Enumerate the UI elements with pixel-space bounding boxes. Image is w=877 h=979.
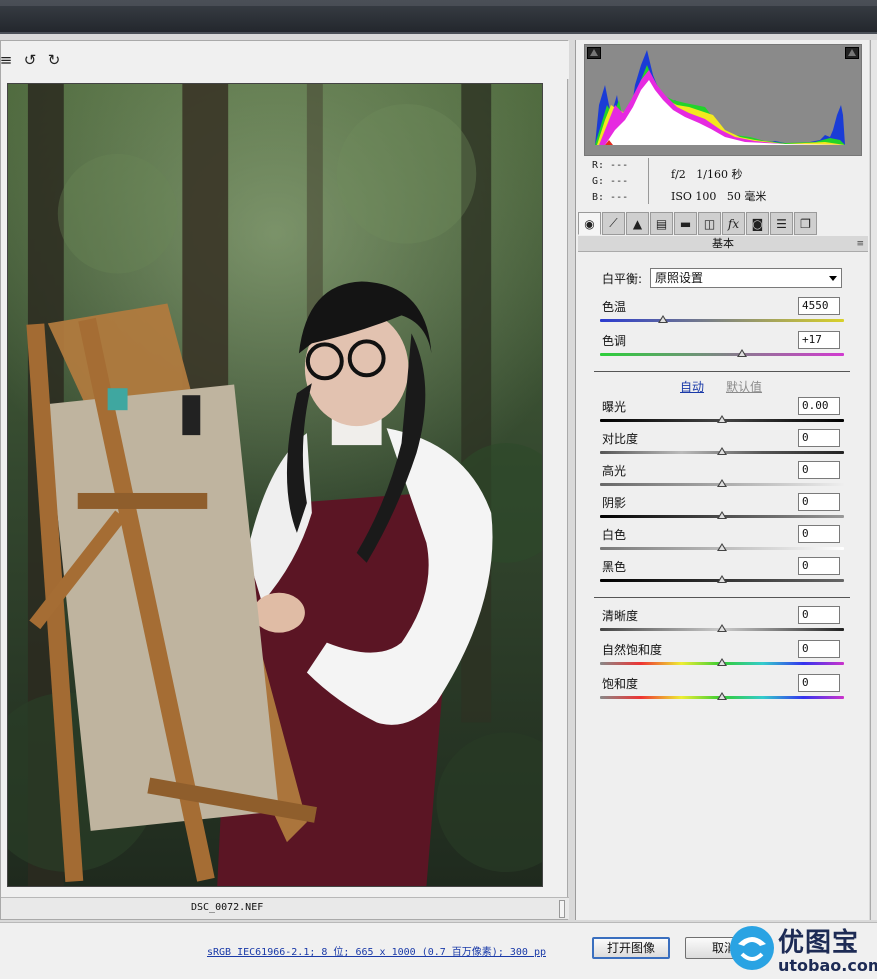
basic-icon[interactable]: ◉ [578, 212, 601, 235]
whites-control: 白色 0 [576, 525, 870, 559]
iso-focal: ISO 100 50 毫米 [671, 190, 767, 203]
histogram-graph [595, 50, 845, 145]
readout-separator [648, 158, 649, 204]
temperature-slider-thumb[interactable] [658, 315, 669, 323]
hsl-icon[interactable]: ▤ [650, 212, 673, 235]
menu-icon[interactable]: ≡ [0, 51, 15, 69]
default-link[interactable]: 默认值 [726, 378, 762, 395]
panel-title-bar: 基本 ≡ [578, 236, 868, 252]
exposure-slider-thumb[interactable] [717, 415, 727, 423]
green-readout: G: --- [592, 176, 629, 187]
vibrance-label: 自然饱和度 [602, 643, 663, 657]
effects-icon[interactable]: fx [722, 212, 745, 235]
preview-pane: ≡ ↺ ↻ DSC_0072.NEF [0, 40, 569, 920]
vibrance-control: 自然饱和度 0 [576, 640, 870, 674]
watermark-name: 优图宝 [778, 928, 860, 958]
presets-icon[interactable]: ☰ [770, 212, 793, 235]
temperature-label: 色温 [602, 300, 627, 314]
highlights-slider-thumb[interactable] [717, 479, 727, 487]
whites-label: 白色 [602, 528, 627, 542]
whites-slider-thumb[interactable] [717, 543, 727, 551]
white-balance-label: 白平衡: [602, 272, 643, 286]
section-divider [594, 371, 850, 372]
exposure-control: 曝光 0.00 [576, 397, 870, 431]
panel-scrollbar[interactable] [870, 40, 877, 920]
watermark-url: utobao.com [778, 956, 877, 975]
section-divider [594, 597, 850, 598]
shadows-slider-thumb[interactable] [717, 511, 727, 519]
clarity-label: 清晰度 [602, 609, 639, 623]
camera-calibration-icon[interactable]: ◙ [746, 212, 769, 235]
whites-field[interactable]: 0 [798, 525, 840, 543]
auto-default-row: 自动 默认值 [576, 378, 870, 394]
vibrance-slider-thumb[interactable] [717, 658, 727, 666]
watermark: 优图宝 utobao.com [720, 918, 877, 979]
white-balance-value: 原照设置 [655, 271, 704, 285]
clarity-slider-thumb[interactable] [717, 624, 727, 632]
tint-track[interactable] [600, 353, 844, 356]
tint-control: 色调 +17 [576, 331, 870, 365]
filename-label: DSC_0072.NEF [191, 902, 264, 913]
shadows-control: 阴影 0 [576, 493, 870, 527]
tint-field[interactable]: +17 [798, 331, 840, 349]
temperature-field[interactable]: 4550 [798, 297, 840, 315]
clarity-field[interactable]: 0 [798, 606, 840, 624]
rotate-left-icon[interactable]: ↺ [21, 51, 39, 69]
highlights-control: 高光 0 [576, 461, 870, 495]
portrait-photo [8, 84, 542, 886]
blacks-control: 黑色 0 [576, 557, 870, 591]
preview-toolbar: ≡ ↺ ↻ [0, 41, 569, 79]
filename-bar: DSC_0072.NEF [1, 897, 569, 919]
title-bar [0, 0, 877, 34]
contrast-control: 对比度 0 [576, 429, 870, 463]
aperture-shutter: f/2 1/160 秒 [671, 168, 743, 181]
blue-readout: B: --- [592, 192, 629, 203]
saturation-slider-thumb[interactable] [717, 692, 727, 700]
saturation-field[interactable]: 0 [798, 674, 840, 692]
tone-curve-icon[interactable]: ⟋ [602, 212, 625, 235]
chevron-down-icon [829, 276, 837, 281]
temperature-track[interactable] [600, 319, 844, 322]
highlights-field[interactable]: 0 [798, 461, 840, 479]
blacks-slider-thumb[interactable] [717, 575, 727, 583]
temperature-control: 色温 4550 [576, 297, 870, 331]
split-toning-icon[interactable]: ▬ [674, 212, 697, 235]
open-image-button[interactable]: 打开图像 [592, 937, 670, 959]
highlights-label: 高光 [602, 464, 627, 478]
contrast-field[interactable]: 0 [798, 429, 840, 447]
auto-link[interactable]: 自动 [680, 378, 704, 395]
blacks-label: 黑色 [602, 560, 627, 574]
rotate-right-icon[interactable]: ↻ [45, 51, 63, 69]
utobao-logo-icon [730, 926, 774, 970]
clarity-control: 清晰度 0 [576, 606, 870, 640]
rgb-readout: R: --- G: --- B: --- [592, 158, 628, 206]
saturation-control: 饱和度 0 [576, 674, 870, 708]
detail-icon[interactable]: ▲ [626, 212, 649, 235]
contrast-slider-thumb[interactable] [717, 447, 727, 455]
blacks-field[interactable]: 0 [798, 557, 840, 575]
contrast-label: 对比度 [602, 432, 639, 446]
panel-menu-icon[interactable]: ≡ [856, 236, 864, 252]
tint-slider-thumb[interactable] [736, 349, 747, 357]
shadows-field[interactable]: 0 [798, 493, 840, 511]
filename-scroll[interactable] [559, 900, 565, 918]
adjustments-pane: R: --- G: --- B: --- f/2 1/160 秒 ISO 100… [575, 40, 869, 920]
image-preview[interactable] [7, 83, 543, 887]
snapshots-icon[interactable]: ❐ [794, 212, 817, 235]
shadows-label: 阴影 [602, 496, 627, 510]
white-balance-select[interactable]: 原照设置 [650, 268, 842, 288]
tint-label: 色调 [602, 334, 627, 348]
title-bar-shine [0, 0, 877, 6]
panel-title: 基本 [712, 237, 734, 250]
workflow-options-link[interactable]: sRGB IEC61966-2.1; 8 位; 665 x 1000 (0.7 … [207, 943, 546, 958]
exposure-label: 曝光 [602, 400, 627, 414]
lens-corrections-icon[interactable]: ◫ [698, 212, 721, 235]
red-readout: R: --- [592, 160, 629, 171]
saturation-label: 饱和度 [602, 677, 639, 691]
exposure-field[interactable]: 0.00 [798, 397, 840, 415]
histogram [584, 44, 862, 156]
exif-info: f/2 1/160 秒 ISO 100 50 毫米 [671, 164, 766, 208]
vibrance-field[interactable]: 0 [798, 640, 840, 658]
panel-tabs: ◉ ⟋ ▲ ▤ ▬ ◫ fx ◙ ☰ ❐ [578, 212, 868, 236]
